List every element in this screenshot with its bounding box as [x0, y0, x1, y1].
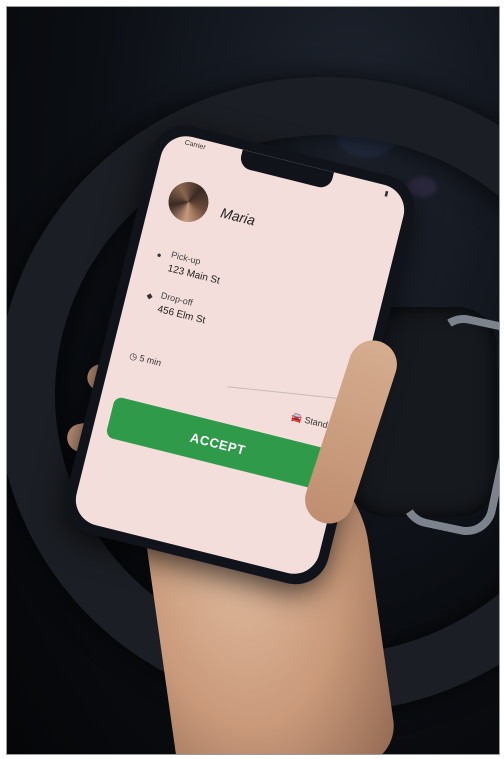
status-carrier: Carrier: [183, 139, 207, 152]
passenger-name: Maria: [219, 204, 257, 229]
battery-icon: ▮: [383, 190, 390, 198]
car-icon: 🚘: [290, 411, 304, 424]
screen-crack: [227, 386, 347, 400]
avatar: [164, 177, 213, 227]
dropoff-address: 456 Elm St: [156, 303, 207, 327]
location-dot-icon: ●: [155, 250, 163, 260]
photo-scene: Carrier ▮ Maria ● Pick-up 123 Main St ◆ …: [6, 6, 500, 755]
accept-button[interactable]: ACCEPT: [105, 396, 331, 491]
clock-icon: ◷: [128, 350, 139, 363]
location-dot-icon: ◆: [145, 290, 154, 302]
eta-value: 5 min: [138, 352, 163, 368]
eta-row: ◷ 5 min: [128, 350, 162, 369]
pickup-address: 123 Main St: [166, 263, 221, 287]
